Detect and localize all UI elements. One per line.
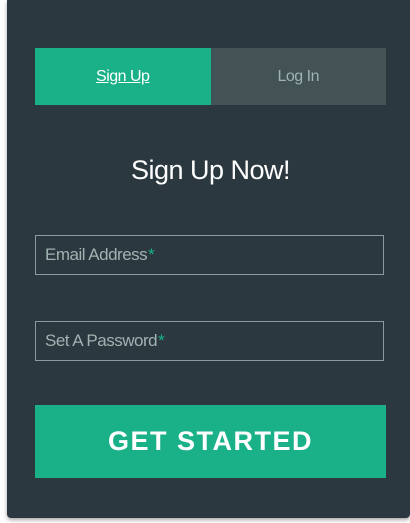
auth-tabs: Sign Up Log In [35,48,386,105]
tab-sign-up-label: Sign Up [96,67,150,85]
tab-sign-up[interactable]: Sign Up [35,48,211,105]
tab-log-in[interactable]: Log In [210,48,386,105]
password-placeholder: Set A Password [45,331,158,350]
get-started-button[interactable]: GET STARTED [35,405,386,478]
email-required-mark: * [148,245,155,264]
password-field[interactable]: Set A Password * [35,321,384,361]
get-started-label: GET STARTED [108,426,313,456]
email-field[interactable]: Email Address * [35,235,384,275]
signup-panel: Sign Up Log In Sign Up Now! Email Addres… [7,0,410,518]
tab-log-in-label: Log In [277,67,320,85]
email-placeholder: Email Address [45,245,148,264]
password-required-mark: * [158,331,165,350]
form-title: Sign Up Now! [130,155,291,185]
